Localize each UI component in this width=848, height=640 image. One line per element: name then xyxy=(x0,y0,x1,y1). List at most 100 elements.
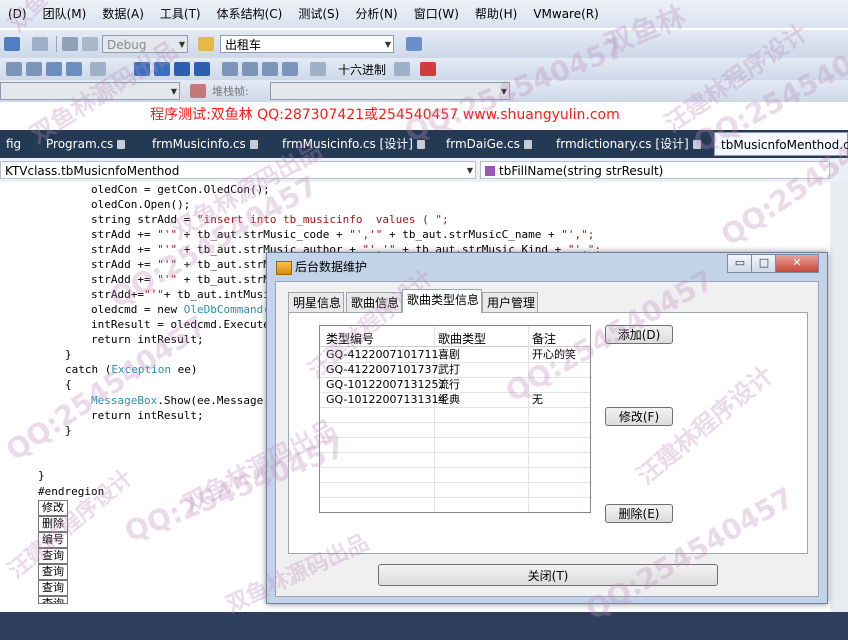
member-combo[interactable]: tbFillName(string strResult) xyxy=(480,161,830,179)
code-token: + tb_aut.strM xyxy=(177,258,270,271)
cell-song-type[interactable]: 喜剧 xyxy=(438,347,460,362)
vertical-scrollbar[interactable] xyxy=(830,182,848,612)
maximize-icon[interactable]: □ xyxy=(751,254,777,273)
tab-frmmusicinfo-design[interactable]: frmMusicinfo.cs [设计] xyxy=(276,132,442,156)
cell-type-code[interactable]: GQ-4122007101711 xyxy=(326,347,438,362)
menu-item-analyze[interactable]: 分析(N) xyxy=(347,0,405,28)
method-icon xyxy=(485,166,495,176)
menu-item-tools[interactable]: 工具(T) xyxy=(152,0,209,28)
tab-song-type-info[interactable]: 歌曲类型信息 xyxy=(402,289,482,313)
close-icon[interactable]: ✕ xyxy=(775,254,819,273)
cell-remark[interactable]: 无 xyxy=(532,392,543,407)
menu-item-debug[interactable]: (D) xyxy=(0,0,35,28)
menu-item-test[interactable]: 测试(S) xyxy=(290,0,347,28)
delete-button[interactable]: 删除(E) xyxy=(605,504,673,523)
tab-frmmusicinfo[interactable]: frmMusicinfo.cs xyxy=(146,132,280,156)
menu-item-architecture[interactable]: 体系结构(C) xyxy=(209,0,291,28)
column-header[interactable]: 备注 xyxy=(532,330,556,347)
menu-item-data[interactable]: 数据(A) xyxy=(94,0,152,28)
lock-icon xyxy=(692,140,701,149)
designer-button[interactable]: 编号 xyxy=(38,532,68,548)
tab-frmdaige[interactable]: frmDaiGe.cs xyxy=(440,132,550,156)
menu-item-vmware[interactable]: VMware(R) xyxy=(525,0,606,28)
thread-flag-icon[interactable] xyxy=(190,84,206,98)
designer-button[interactable]: 查询 xyxy=(38,548,68,564)
designer-button[interactable]: 查询 xyxy=(38,580,68,596)
cell-type-code[interactable]: GQ-10122007131251 xyxy=(326,377,445,392)
stop-debug-icon[interactable] xyxy=(174,62,190,76)
menu-item-help[interactable]: 帮助(H) xyxy=(467,0,525,28)
start-debug-icon[interactable] xyxy=(62,37,78,51)
row-divider xyxy=(320,497,590,498)
code-line: } xyxy=(38,469,45,482)
tab-program[interactable]: Program.cs xyxy=(40,132,146,156)
cell-song-type[interactable]: 经典 xyxy=(438,392,460,407)
tab-user-management[interactable]: 用户管理 xyxy=(482,292,538,312)
add-button[interactable]: 添加(D) xyxy=(605,325,673,344)
redo-icon[interactable] xyxy=(32,37,48,51)
step-into-icon[interactable] xyxy=(222,62,238,76)
continue-icon[interactable] xyxy=(134,62,150,76)
comment-icon[interactable] xyxy=(6,62,22,76)
menu-item-window[interactable]: 窗口(W) xyxy=(406,0,467,28)
quick-watch-icon[interactable] xyxy=(310,62,326,76)
breakpoints-icon[interactable] xyxy=(394,62,410,76)
break-all-icon[interactable] xyxy=(154,62,170,76)
open-folder-icon[interactable] xyxy=(198,37,214,51)
tab-tbmusicnfomenthod[interactable]: tbMusicnfoMenthod.cs xyxy=(714,132,848,156)
undo-icon[interactable] xyxy=(4,37,20,51)
class-combo[interactable]: KTVclass.tbMusicnfoMenthod ▼ xyxy=(0,161,476,179)
code-line: strAdd+="'"+ tb_aut.intMusi xyxy=(91,287,270,302)
menu-item-team[interactable]: 团队(M) xyxy=(35,0,95,28)
stack-frame-combo[interactable]: ▼ xyxy=(270,82,510,100)
cell-song-type[interactable]: 流行 xyxy=(438,377,460,392)
output-window-icon[interactable] xyxy=(420,62,436,76)
column-divider xyxy=(528,326,529,512)
designer-button[interactable]: 查询 xyxy=(38,596,68,604)
code-line: { xyxy=(65,378,72,391)
properties-icon[interactable] xyxy=(406,37,422,51)
code-line: strAdd += "'" + tb_aut.strMusic_code + "… xyxy=(91,227,594,242)
column-header[interactable]: 类型编号 xyxy=(326,330,374,347)
clear-bookmarks-icon[interactable] xyxy=(90,62,106,76)
process-combo[interactable]: ▼ xyxy=(0,82,180,100)
tab-song-info[interactable]: 歌曲信息 xyxy=(346,292,402,312)
song-type-grid[interactable]: 类型编号 歌曲类型 备注 GQ-4122007101711 喜剧 开心的笑 GQ… xyxy=(319,325,591,513)
minimize-icon[interactable]: ▭ xyxy=(727,254,753,273)
find-combo[interactable]: 出租车 ▼ xyxy=(220,35,394,53)
step-out-icon[interactable] xyxy=(262,62,278,76)
tab-label: frmMusicinfo.cs xyxy=(152,137,246,151)
solution-config-combo[interactable]: Debug ▼ xyxy=(102,35,188,53)
code-line: MessageBox.Show(ee.Message. xyxy=(91,393,270,408)
bookmark-icon[interactable] xyxy=(46,62,62,76)
cell-remark[interactable]: 开心的笑 xyxy=(532,347,576,362)
type-name: MessageBox xyxy=(91,394,158,407)
hex-toggle[interactable]: 十六进制 xyxy=(338,61,386,78)
string-literal: "'" xyxy=(157,258,178,271)
column-header[interactable]: 歌曲类型 xyxy=(438,330,486,347)
cell-type-code[interactable]: GQ-4122007101737 xyxy=(326,362,438,377)
chevron-down-icon: ▼ xyxy=(170,87,177,96)
code-line: catch (Exception ee) xyxy=(65,362,197,377)
find-icon[interactable] xyxy=(82,37,98,51)
dialog-body: 明星信息 歌曲信息 歌曲类型信息 用户管理 类型编号 歌曲类型 备注 GQ-41… xyxy=(275,281,819,597)
designer-button[interactable]: 修改 xyxy=(38,500,68,516)
tab-star-info[interactable]: 明星信息 xyxy=(288,292,344,312)
tab-frmdictionary-design[interactable]: frmdictionary.cs [设计] xyxy=(550,132,716,156)
cell-song-type[interactable]: 武打 xyxy=(438,362,460,377)
code-line: #endregion xyxy=(38,485,105,498)
cell-type-code[interactable]: GQ-10122007131314 xyxy=(326,392,445,407)
step-over-icon[interactable] xyxy=(242,62,258,76)
code-line: strAdd += "'" + tb_aut.strM xyxy=(91,257,270,272)
uncomment-icon[interactable] xyxy=(26,62,42,76)
code-token: string strAdd = xyxy=(91,213,197,226)
close-button[interactable]: 关闭(T) xyxy=(378,564,718,586)
designer-button[interactable]: 删除 xyxy=(38,516,68,532)
modify-button[interactable]: 修改(F) xyxy=(605,407,673,426)
app-icon xyxy=(276,261,292,275)
show-next-statement-icon[interactable] xyxy=(282,62,298,76)
restart-icon[interactable] xyxy=(194,62,210,76)
next-bookmark-icon[interactable] xyxy=(66,62,82,76)
designer-button[interactable]: 查询 xyxy=(38,564,68,580)
code-line: oledcmd = new OleDbCommand( xyxy=(91,302,270,317)
